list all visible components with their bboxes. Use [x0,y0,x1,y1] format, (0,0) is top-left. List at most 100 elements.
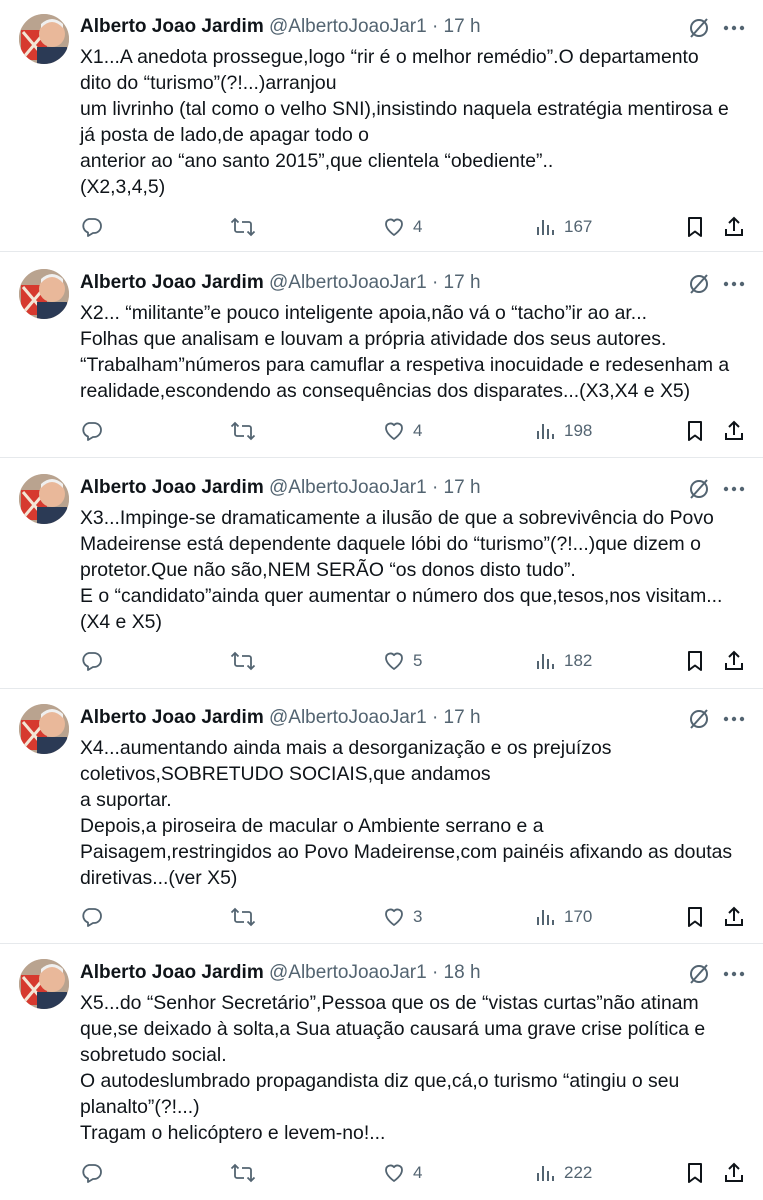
divider [0,688,763,689]
avatar[interactable] [19,704,69,754]
reply-icon [82,908,102,927]
reply-icon [82,218,102,237]
heart-icon [385,1164,403,1182]
tweet-time[interactable]: · 17 h [432,272,481,293]
like-count: 4 [413,1163,423,1182]
tweet-header: Alberto Joao Jardim @AlbertoJoaoJar1 · 1… [80,271,481,295]
avatar[interactable] [19,14,69,64]
reply-button[interactable] [80,646,104,676]
more-icon[interactable] [719,962,749,986]
tweet[interactable]: Alberto Joao Jardim @AlbertoJoaoJar1 · 1… [0,255,763,458]
grok-icon[interactable] [687,16,711,40]
retweet-button[interactable] [230,1158,256,1188]
reply-icon [82,1164,102,1183]
retweet-button[interactable] [230,646,256,676]
reply-icon [82,652,102,671]
view-count: 182 [564,651,593,670]
author-name[interactable]: Alberto Joao Jardim [80,16,264,37]
reply-button[interactable] [80,212,104,242]
share-icon [725,906,743,926]
bookmark-button[interactable] [684,902,706,932]
avatar[interactable] [19,959,69,1009]
views-button[interactable]: 198 [535,416,592,446]
tweet[interactable]: Alberto Joao Jardim @AlbertoJoaoJar1 · 1… [0,690,763,944]
reply-button[interactable] [80,1158,104,1188]
share-button[interactable] [722,646,746,676]
divider [0,251,763,252]
tweet-actions: 5 182 [80,646,750,676]
view-count: 167 [564,217,593,236]
bookmark-icon [688,907,702,927]
views-button[interactable]: 170 [535,902,592,932]
views-icon [537,1166,554,1181]
like-button[interactable]: 3 [382,902,422,932]
views-icon [537,910,554,925]
like-button[interactable]: 4 [382,212,422,242]
tweet-header: Alberto Joao Jardim @AlbertoJoaoJar1 · 1… [80,476,481,500]
bookmark-button[interactable] [684,1158,706,1188]
bookmark-button[interactable] [684,416,706,446]
views-icon [537,220,554,235]
like-button[interactable]: 4 [382,416,422,446]
more-icon[interactable] [719,477,749,501]
tweet-text: X1...A anedota prossegue,logo “rir é o m… [80,46,729,198]
grok-icon[interactable] [687,962,711,986]
views-button[interactable]: 182 [535,646,592,676]
share-button[interactable] [722,1158,746,1188]
like-button[interactable]: 4 [382,1158,422,1188]
share-icon [725,216,743,236]
author-handle[interactable]: @AlbertoJoaoJar1 [269,707,427,728]
reply-button[interactable] [80,902,104,932]
avatar[interactable] [19,474,69,524]
divider [0,457,763,458]
view-count: 170 [564,907,593,926]
view-count: 198 [564,421,593,440]
author-handle[interactable]: @AlbertoJoaoJar1 [269,962,427,983]
more-icon[interactable] [719,16,749,40]
like-button[interactable]: 5 [382,646,422,676]
views-icon [537,424,554,439]
tweet-actions: 4 198 [80,416,750,446]
more-icon[interactable] [719,272,749,296]
share-button[interactable] [722,416,746,446]
bookmark-button[interactable] [684,212,706,242]
tweet[interactable]: Alberto Joao Jardim @AlbertoJoaoJar1 · 1… [0,460,763,689]
reply-button[interactable] [80,416,104,446]
author-handle[interactable]: @AlbertoJoaoJar1 [269,477,427,498]
share-icon [725,1162,743,1182]
retweet-button[interactable] [230,416,256,446]
tweet-time[interactable]: · 17 h [432,16,481,37]
more-icon[interactable] [719,707,749,731]
views-button[interactable]: 222 [535,1158,592,1188]
author-name[interactable]: Alberto Joao Jardim [80,707,264,728]
retweet-button[interactable] [230,902,256,932]
tweet[interactable]: Alberto Joao Jardim @AlbertoJoaoJar1 · 1… [0,945,763,1200]
share-button[interactable] [722,212,746,242]
bookmark-icon [688,651,702,671]
bookmark-icon [688,217,702,237]
retweet-icon [230,907,256,927]
heart-icon [385,218,403,236]
views-button[interactable]: 167 [535,212,592,242]
retweet-button[interactable] [230,212,256,242]
bookmark-button[interactable] [684,646,706,676]
avatar[interactable] [19,269,69,319]
author-handle[interactable]: @AlbertoJoaoJar1 [269,16,427,37]
share-button[interactable] [722,902,746,932]
author-handle[interactable]: @AlbertoJoaoJar1 [269,272,427,293]
tweet-header: Alberto Joao Jardim @AlbertoJoaoJar1 · 1… [80,15,481,39]
grok-icon[interactable] [687,272,711,296]
author-name[interactable]: Alberto Joao Jardim [80,477,264,498]
author-name[interactable]: Alberto Joao Jardim [80,272,264,293]
heart-icon [385,422,403,440]
tweet-time[interactable]: · 17 h [432,707,481,728]
grok-icon[interactable] [687,707,711,731]
retweet-icon [230,651,256,671]
tweet-time[interactable]: · 18 h [432,962,481,983]
retweet-icon [230,217,256,237]
tweet-time[interactable]: · 17 h [432,477,481,498]
tweet[interactable]: Alberto Joao Jardim @AlbertoJoaoJar1 · 1… [0,0,763,252]
like-count: 4 [413,421,423,440]
author-name[interactable]: Alberto Joao Jardim [80,962,264,983]
grok-icon[interactable] [687,477,711,501]
